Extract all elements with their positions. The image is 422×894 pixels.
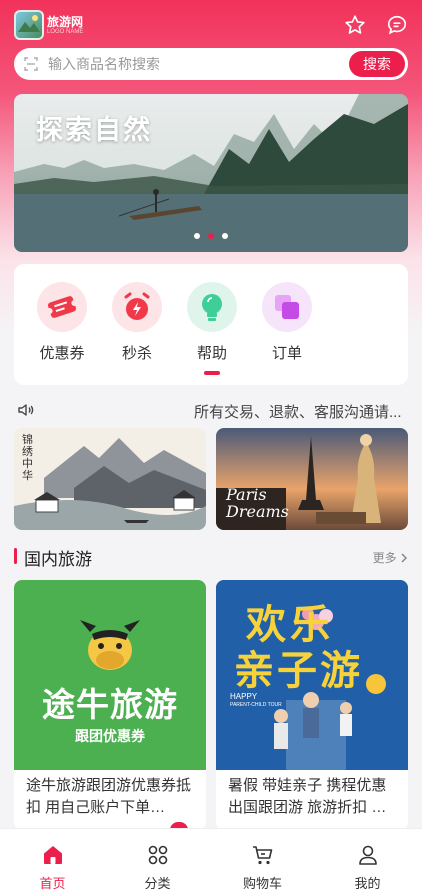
category-label: 订单 — [271, 345, 302, 362]
notice-bar[interactable]: 所有交易、退款、客服沟通请... — [0, 396, 422, 424]
category-order[interactable]: 订单 — [258, 282, 316, 363]
carousel-dot[interactable] — [194, 233, 200, 239]
poster-sub: HAPPY — [230, 692, 258, 701]
more-link[interactable]: 更多 — [373, 549, 408, 566]
promo-image — [14, 428, 206, 530]
tab-label: 首页 — [39, 876, 66, 891]
product-card[interactable]: 欢乐 亲子游 HAPPY PARENT-CHILD TOUR 暑假 带娃亲子 携… — [216, 580, 408, 830]
notice-text: 所有交易、退款、客服沟通请... — [194, 404, 402, 421]
category-grid: 优惠券 秒杀 帮助 订单 — [14, 264, 408, 385]
category-help[interactable]: 帮助 — [183, 282, 241, 363]
tab-profile[interactable]: 我的 — [315, 829, 420, 894]
domestic-travel-section-header: 国内旅游 更多 — [14, 544, 408, 570]
promo-caption: 锦绣中华 — [22, 433, 33, 482]
carousel-dot[interactable] — [222, 233, 228, 239]
chat-icon[interactable] — [386, 14, 408, 36]
home-icon — [44, 846, 62, 864]
star-icon[interactable] — [344, 14, 366, 36]
category-icon — [148, 845, 168, 865]
bottom-tab-bar: 首页 分类 购物车 我的 — [0, 828, 422, 894]
ticket-icon — [37, 282, 87, 332]
tab-label: 分类 — [144, 876, 171, 891]
category-label: 帮助 — [196, 345, 227, 362]
app-logo-text: 旅游网 — [47, 15, 84, 29]
search-bar: 搜索 — [14, 48, 408, 80]
scan-icon[interactable] — [24, 57, 38, 71]
flash-sale-icon — [112, 282, 162, 332]
search-button[interactable]: 搜索 — [349, 51, 405, 77]
search-input[interactable] — [48, 48, 318, 80]
section-accent-bar — [14, 548, 17, 564]
category-label: 秒杀 — [121, 345, 152, 362]
category-label: 优惠券 — [39, 345, 85, 362]
product-description: 途牛旅游跟团游优惠券抵扣 用自己账户下单… — [26, 777, 192, 816]
app-logo[interactable] — [14, 10, 44, 40]
cart-icon — [253, 846, 273, 865]
banner-title: 探索自然 — [36, 115, 152, 145]
app-logo-subtext: LOGO NAME — [47, 29, 84, 35]
chevron-right-icon — [401, 553, 408, 563]
category-coupon[interactable]: 优惠券 — [33, 282, 91, 363]
promo-caption: Paris Dreams — [226, 485, 289, 521]
poster-sub2: PARENT-CHILD TOUR — [230, 702, 282, 708]
china-landscape-promo[interactable]: 锦绣中华 — [14, 428, 206, 530]
category-page-indicator — [204, 371, 220, 375]
product-card[interactable]: 途牛旅游 跟团优惠券 途牛旅游跟团游优惠券抵扣 用自己账户下单… — [14, 580, 206, 830]
product-image: 途牛旅游 跟团优惠券 — [14, 580, 206, 770]
speaker-icon — [18, 404, 34, 416]
lightbulb-icon — [187, 282, 237, 332]
section-title: 国内旅游 — [24, 550, 92, 569]
product-image: 欢乐 亲子游 HAPPY PARENT-CHILD TOUR — [216, 580, 408, 770]
product-tag: 跟团优惠券 — [75, 728, 145, 744]
app-header: 旅游网 LOGO NAME — [0, 0, 422, 48]
product-brand: 途牛旅游 — [42, 686, 178, 723]
banner-carousel[interactable]: 探索自然 — [14, 94, 408, 252]
tab-label: 我的 — [354, 876, 381, 891]
tab-label: 购物车 — [242, 876, 282, 891]
carousel-dot-active[interactable] — [208, 233, 214, 239]
category-flash-sale[interactable]: 秒杀 — [108, 282, 166, 363]
tab-category[interactable]: 分类 — [105, 829, 210, 894]
more-label: 更多 — [372, 551, 397, 565]
order-icon — [262, 282, 312, 332]
product-description: 暑假 带娃亲子 携程优惠 出国跟团游 旅游折扣 … — [228, 777, 387, 816]
user-icon — [359, 845, 377, 865]
tab-home[interactable]: 首页 — [0, 829, 105, 894]
paris-promo[interactable]: Paris Dreams — [216, 428, 408, 530]
poster-headline-2: 亲子游 — [234, 649, 363, 693]
tab-cart[interactable]: 购物车 — [210, 829, 315, 894]
